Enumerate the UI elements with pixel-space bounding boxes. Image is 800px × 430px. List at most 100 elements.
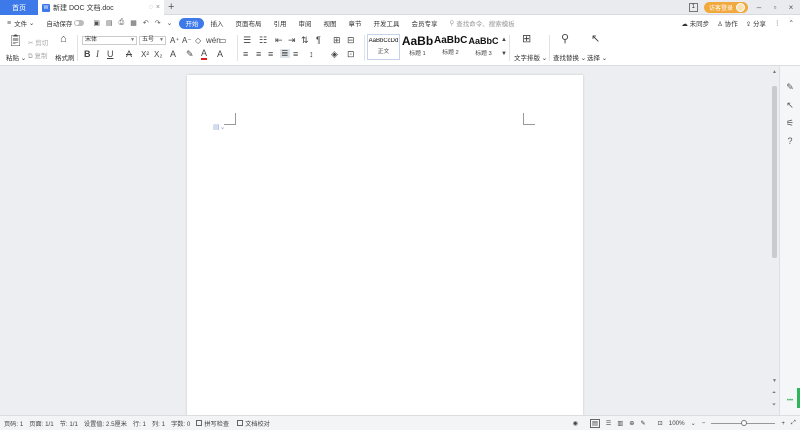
reading-view-icon[interactable]: ▥ xyxy=(617,420,623,427)
font-size-select[interactable]: 五号 ▼ xyxy=(139,36,166,45)
more-dots-icon[interactable]: ••• xyxy=(785,398,795,404)
shading-icon[interactable]: ◈ xyxy=(331,50,338,59)
status-section[interactable]: 节: 1/1 xyxy=(60,419,78,428)
print-preview-icon[interactable]: ▤ xyxy=(103,19,116,27)
text-layout-button[interactable]: 文字排版 ⌄ xyxy=(514,52,547,62)
status-pages[interactable]: 页面: 1/1 xyxy=(29,419,53,428)
close-tab-icon[interactable]: × xyxy=(156,4,160,11)
chevron-down-icon[interactable]: ⌄ xyxy=(164,19,176,27)
text-effect-icon[interactable]: A xyxy=(170,50,176,59)
tab-view[interactable]: 视图 xyxy=(317,18,342,29)
fit-width-icon[interactable]: ⊡ xyxy=(658,420,663,427)
align-left-icon[interactable]: ≡ xyxy=(243,50,248,59)
asian-layout-icon[interactable]: ⊟ xyxy=(347,36,355,45)
border-icon[interactable]: ⊡ xyxy=(347,50,355,59)
char-border-icon[interactable]: ▭ xyxy=(219,36,227,45)
vertical-scrollbar[interactable]: ▲ ▼ ⏶ ⏷ xyxy=(771,66,779,415)
tab-member[interactable]: 会员专享 xyxy=(405,18,443,29)
status-word-count[interactable]: 字数: 0 xyxy=(171,419,190,428)
document-page[interactable]: ▤⌄ xyxy=(187,75,583,416)
zoom-in-icon[interactable]: + xyxy=(781,420,785,427)
tab-document[interactable]: W 新建 DOC 文档.doc ◌ × xyxy=(38,0,164,15)
shrink-font-icon[interactable]: A⁻ xyxy=(182,36,192,45)
tab-start[interactable]: 开始 xyxy=(179,17,205,29)
line-spacing-icon[interactable]: ↕ xyxy=(309,50,314,59)
select-button[interactable]: 选择 ⌄ xyxy=(587,52,607,62)
fullscreen-icon[interactable]: ⤢ xyxy=(791,419,796,427)
paste-icon[interactable]: 📋︎ xyxy=(8,34,23,46)
distribute-icon[interactable]: ≡ xyxy=(293,50,298,59)
zoom-dropdown-icon[interactable]: ⌄ xyxy=(691,420,696,427)
menu-icon[interactable]: ≡ xyxy=(4,20,14,27)
redo-icon[interactable]: ↷ xyxy=(152,19,164,27)
increase-indent-icon[interactable]: ⇥ xyxy=(288,36,296,45)
paragraph-format-icon[interactable]: ▤⌄ xyxy=(213,123,225,131)
scroll-down-icon[interactable]: ▼ xyxy=(772,378,777,384)
styles-scroll-up-icon[interactable]: ▲ xyxy=(501,36,507,45)
tab-home[interactable]: 首页 xyxy=(0,0,38,15)
menu-file[interactable]: 文件 ⌄ xyxy=(14,18,40,29)
format-painter-button[interactable]: 格式刷 xyxy=(55,52,75,62)
adjust-icon[interactable]: ⚟ xyxy=(785,118,795,129)
window-count-badge[interactable]: 1 xyxy=(688,3,698,12)
outline-view-icon[interactable]: ☰ xyxy=(606,420,612,427)
strikethrough-icon[interactable]: A xyxy=(126,50,132,59)
status-page-number[interactable]: 页码: 1 xyxy=(4,419,23,428)
grow-font-icon[interactable]: A⁺ xyxy=(170,36,180,45)
write-mode-icon[interactable]: ✎ xyxy=(640,420,645,427)
zoom-slider[interactable] xyxy=(711,419,776,426)
cursor-select-icon[interactable]: ↖ xyxy=(785,100,795,111)
save-icon[interactable]: ▣ xyxy=(90,19,103,27)
collapse-ribbon-icon[interactable]: ⌃ xyxy=(789,19,794,27)
bold-icon[interactable]: B xyxy=(84,50,91,59)
sync-button[interactable]: ☁ 未同步 xyxy=(681,18,709,28)
style-heading3[interactable]: AaBbC 标题 3 xyxy=(467,34,500,60)
sort-icon[interactable]: ⇅ xyxy=(301,36,309,45)
tab-developer[interactable]: 开发工具 xyxy=(367,18,405,29)
cut-button[interactable]: ✂ 剪切 xyxy=(28,37,48,47)
italic-icon[interactable]: I xyxy=(96,50,99,59)
numbered-list-icon[interactable]: ☷ xyxy=(259,36,267,45)
bullet-list-icon[interactable]: ☰ xyxy=(243,36,251,45)
find-replace-button[interactable]: 查找替换 ⌄ xyxy=(553,52,586,62)
align-right-icon[interactable]: ≡ xyxy=(268,50,273,59)
align-center-icon[interactable]: ≡ xyxy=(256,50,261,59)
minimize-icon[interactable]: – xyxy=(754,3,764,12)
superscript-icon[interactable]: X² xyxy=(141,50,149,59)
help-icon[interactable]: ? xyxy=(785,136,795,146)
scroll-up-icon[interactable]: ▲ xyxy=(772,69,777,75)
print-icon[interactable]: ⎙ xyxy=(116,19,128,27)
undo-icon[interactable]: ↶ xyxy=(140,19,152,27)
styles-more-icon[interactable]: ▼ xyxy=(501,50,507,59)
zoom-slider-knob[interactable] xyxy=(741,419,748,426)
decrease-indent-icon[interactable]: ⇤ xyxy=(275,36,283,45)
status-position[interactable]: 设置值: 2.5厘米 xyxy=(84,419,127,428)
maximize-icon[interactable]: ▫ xyxy=(770,3,780,12)
tab-review[interactable]: 审阅 xyxy=(292,18,317,29)
char-shading-icon[interactable]: A xyxy=(217,50,223,59)
new-tab-button[interactable]: + xyxy=(168,1,174,13)
share-button[interactable]: ⇪ 分享 xyxy=(746,18,766,28)
style-heading2[interactable]: AaBbC 标题 2 xyxy=(434,34,467,60)
find-replace-icon[interactable]: ⚲ xyxy=(561,34,569,45)
paste-button[interactable]: 粘贴 ⌄ xyxy=(6,52,26,62)
zoom-level[interactable]: 100% xyxy=(669,420,685,427)
spell-check-toggle[interactable]: 拼写检查 xyxy=(196,419,229,428)
style-normal[interactable]: AaBbCcDd 正文 xyxy=(367,34,400,60)
justify-icon[interactable]: ≣ xyxy=(280,49,290,58)
collab-button[interactable]: ♙ 协作 xyxy=(717,18,738,28)
web-view-icon[interactable]: ⊕ xyxy=(629,420,634,427)
edit-pen-icon[interactable]: ✎ xyxy=(785,82,795,93)
next-page-icon[interactable]: ⏷ xyxy=(772,402,776,408)
highlight-icon[interactable]: ✎ xyxy=(186,50,194,59)
tab-section[interactable]: 章节 xyxy=(342,18,367,29)
tab-page-layout[interactable]: 页面布局 xyxy=(229,18,267,29)
underline-icon[interactable]: U xyxy=(107,50,114,59)
style-heading1[interactable]: AaBb 标题 1 xyxy=(401,34,434,60)
tab-references[interactable]: 引用 xyxy=(267,18,292,29)
tab-insert[interactable]: 插入 xyxy=(204,18,229,29)
show-marks-icon[interactable]: ¶ xyxy=(316,36,321,45)
autosave-toggle[interactable]: 自动保存 xyxy=(40,18,90,29)
copy-button[interactable]: ⧉ 复制 xyxy=(28,50,47,61)
font-color-icon[interactable]: A xyxy=(201,49,208,60)
